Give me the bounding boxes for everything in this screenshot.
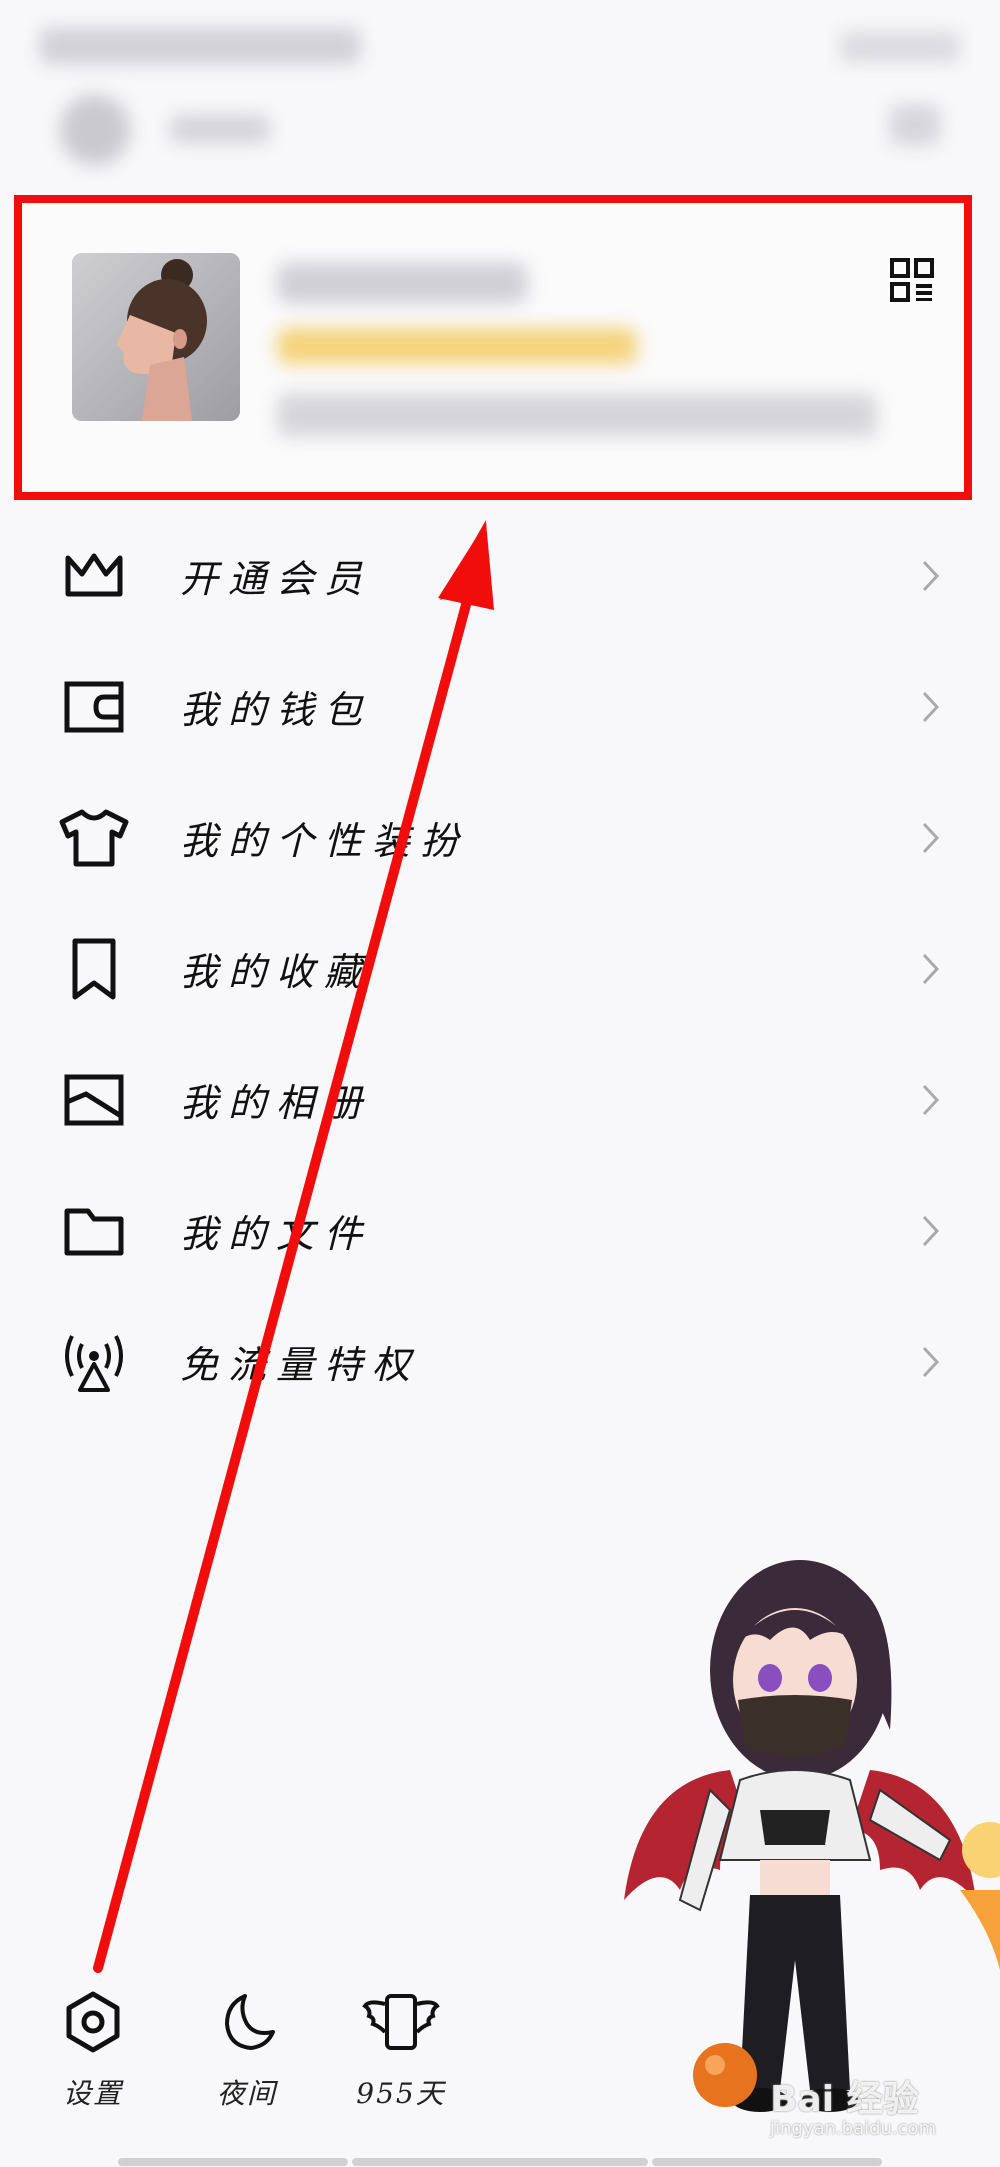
days-label: 955天 xyxy=(356,2077,446,2110)
days-badge-button[interactable]: 955天 xyxy=(346,1990,456,2112)
moon-icon xyxy=(225,1994,275,2050)
night-mode-button[interactable]: 夜间 xyxy=(192,1990,302,2112)
night-mode-label: 夜间 xyxy=(216,2077,277,2110)
baidu-watermark: Bai 经验 xyxy=(770,2079,919,2120)
bottom-indicator xyxy=(652,2158,882,2166)
winged-phone-icon xyxy=(362,1994,440,2050)
bottom-indicator xyxy=(118,2158,348,2166)
settings-button[interactable]: 设置 xyxy=(38,1990,148,2112)
settings-label: 设置 xyxy=(62,2077,123,2110)
gear-icon xyxy=(66,1991,120,2053)
bottom-indicator xyxy=(352,2158,648,2166)
baidu-watermark-url: jingyan.baidu.com xyxy=(770,2118,937,2139)
